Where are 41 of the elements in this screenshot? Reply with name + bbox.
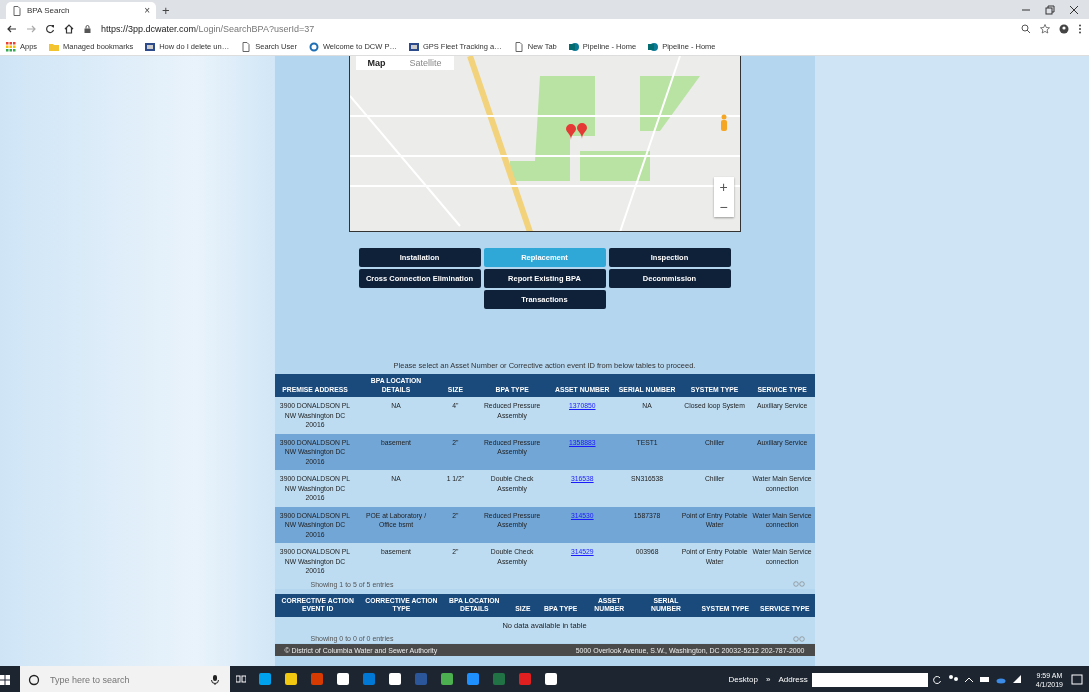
address-toolbar-field[interactable] xyxy=(811,672,928,687)
microphone-icon xyxy=(210,674,220,685)
search-icon xyxy=(28,673,40,686)
address-toolbar-label: Address xyxy=(778,675,808,684)
notification-icon[interactable] xyxy=(1071,673,1083,686)
zoom-in-button[interactable]: + xyxy=(713,177,734,197)
ring-icon xyxy=(308,41,319,52)
task-view-icon[interactable] xyxy=(236,673,246,684)
sharepoint-icon xyxy=(648,41,659,52)
home-icon[interactable] xyxy=(64,23,74,34)
map-pin-icon[interactable] xyxy=(576,123,587,139)
new-tab-button[interactable]: + xyxy=(162,2,170,19)
refresh-icon[interactable] xyxy=(931,674,942,685)
browser-tab[interactable]: BPA Search × xyxy=(6,2,156,19)
close-icon[interactable] xyxy=(1069,4,1079,15)
map-view[interactable]: Map Satellite + − xyxy=(348,56,741,232)
menu-icon[interactable] xyxy=(1078,23,1082,34)
desktop-toolbar-label[interactable]: Desktop xyxy=(728,675,758,684)
star-icon[interactable] xyxy=(1040,23,1050,34)
people-icon[interactable] xyxy=(947,673,958,684)
restore-icon[interactable] xyxy=(1045,4,1055,15)
taskbar-search-box[interactable]: Type here to search xyxy=(20,666,230,692)
page-icon xyxy=(513,41,524,52)
apps-grid-icon xyxy=(6,41,16,52)
page-icon xyxy=(12,5,22,16)
back-icon[interactable] xyxy=(7,23,17,34)
zoom-out-button[interactable]: − xyxy=(713,197,734,217)
sharepoint-icon xyxy=(568,41,579,52)
zoom-icon[interactable] xyxy=(1021,23,1031,34)
folder-icon xyxy=(49,41,60,52)
network-icon[interactable] xyxy=(1011,673,1022,684)
map-pin-icon[interactable] xyxy=(565,124,576,140)
start-icon[interactable] xyxy=(0,674,10,685)
page-icon xyxy=(241,41,252,52)
tab-close[interactable]: × xyxy=(144,5,150,16)
toolbar-chevron[interactable]: » xyxy=(765,675,771,684)
lock-icon xyxy=(83,23,92,34)
url-field[interactable]: https://3pp.dcwater.com/Login/SearchBPA?userId=37 xyxy=(101,23,315,34)
taskbar-search-field[interactable]: Type here to search xyxy=(48,673,202,686)
account-icon[interactable] xyxy=(1059,23,1069,34)
reload-icon[interactable] xyxy=(45,23,55,34)
